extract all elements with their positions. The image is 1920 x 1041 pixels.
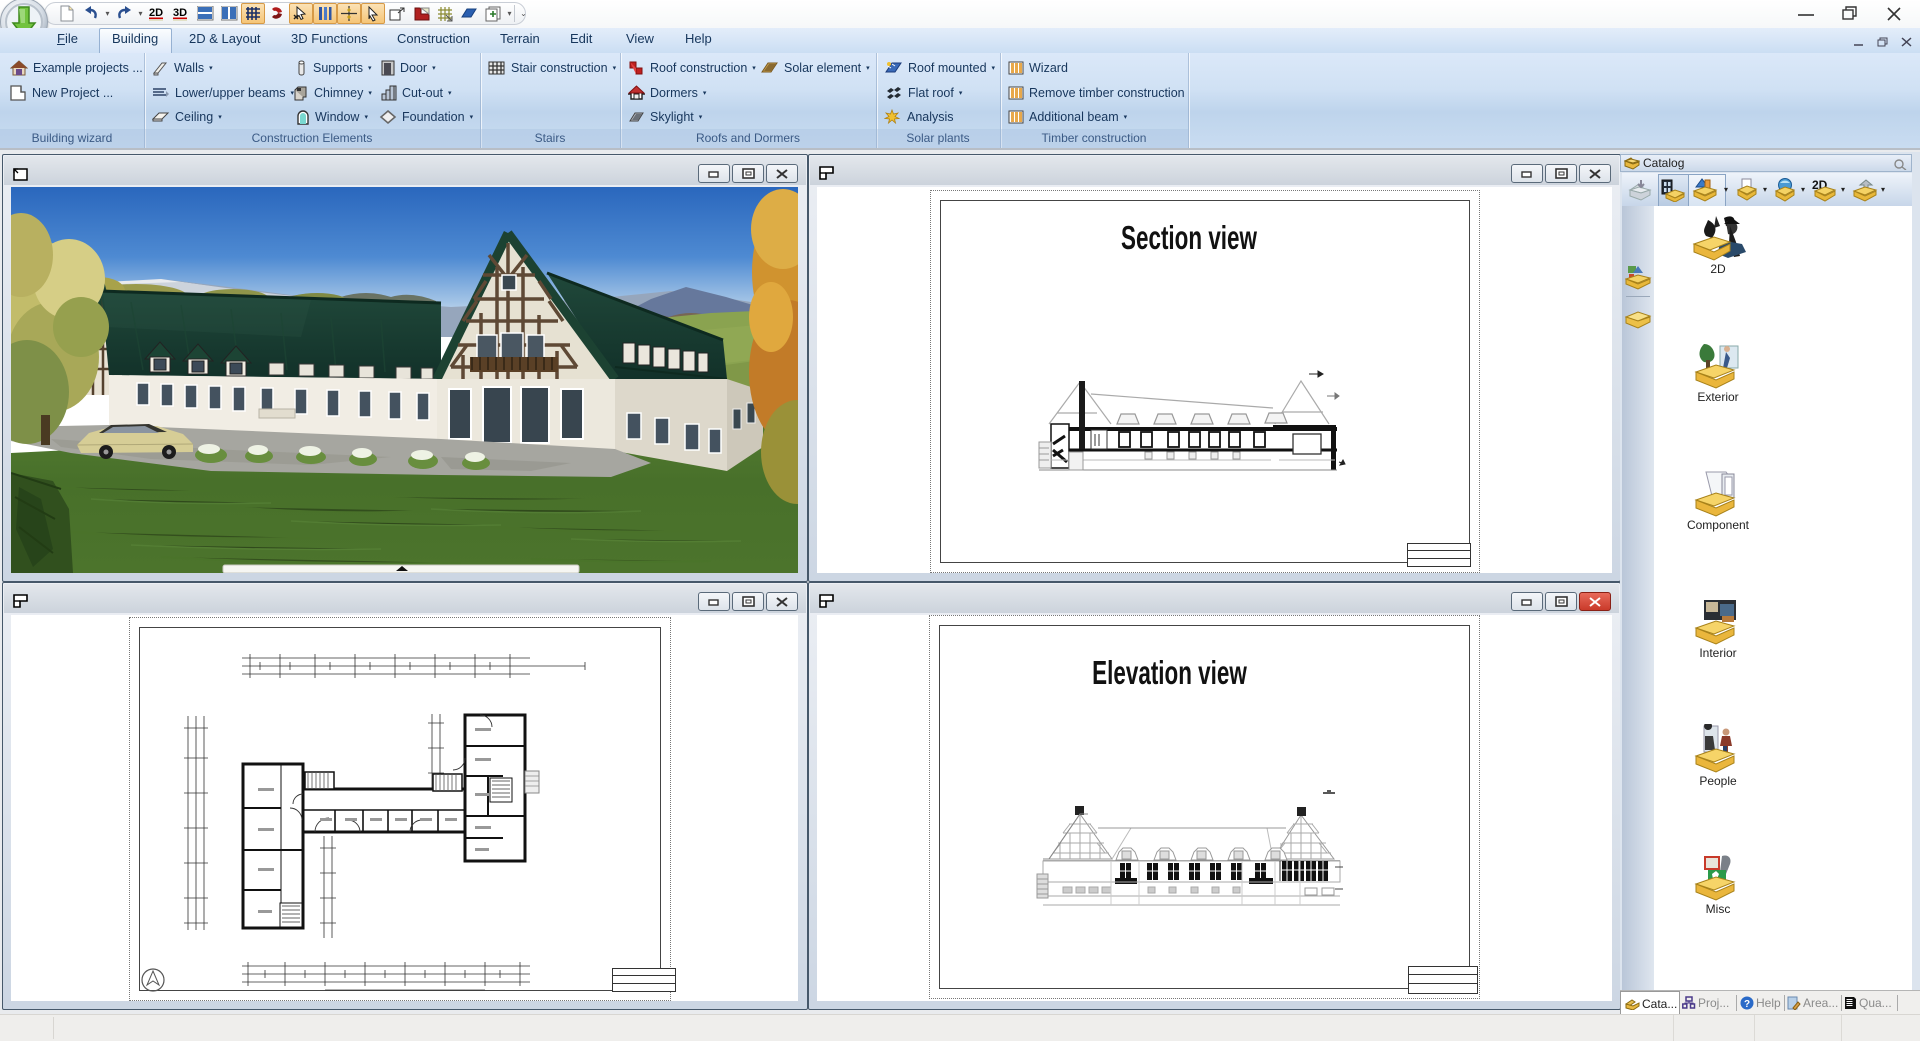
svg-text:3D: 3D	[173, 7, 187, 19]
svg-text:?: ?	[1744, 999, 1750, 1010]
svg-text:2D: 2D	[149, 7, 163, 19]
